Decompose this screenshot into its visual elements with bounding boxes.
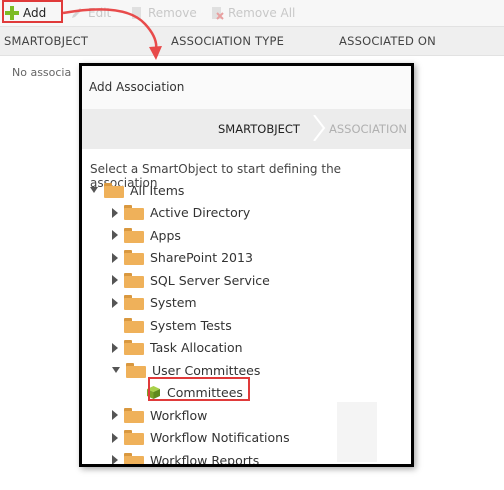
folder-icon: [124, 227, 144, 243]
tree-item-label: Workflow: [150, 407, 208, 423]
tree-item[interactable]: All Items: [90, 180, 184, 200]
collapsed-arrow-icon[interactable]: [112, 432, 118, 443]
collapsed-arrow-icon[interactable]: [112, 230, 118, 240]
tree-item-label: Apps: [150, 227, 181, 243]
folder-icon: [124, 452, 144, 464]
wizard-steps: SMARTOBJECT ASSOCIATION: [82, 109, 411, 149]
tree-item-label: System: [150, 295, 197, 310]
collapsed-arrow-icon[interactable]: [112, 297, 118, 308]
folder-icon: [124, 407, 144, 423]
tree-item[interactable]: Apps: [112, 225, 181, 245]
tree-item-label: Active Directory: [150, 205, 251, 220]
tree-item[interactable]: System Tests: [112, 315, 232, 335]
folder-icon: [124, 205, 144, 220]
wizard-step-association[interactable]: ASSOCIATION: [329, 122, 407, 136]
tree-item[interactable]: System: [112, 293, 197, 313]
folder-icon: [124, 272, 144, 288]
collapsed-arrow-icon[interactable]: [112, 455, 118, 464]
tree-item-label: Workflow Notifications: [150, 430, 290, 445]
tree-item-label: Task Allocation: [150, 340, 243, 355]
expanded-arrow-icon[interactable]: [90, 187, 98, 193]
folder-icon: [124, 340, 144, 355]
add-association-dialog: Add Association SMARTOBJECT ASSOCIATION …: [79, 63, 414, 467]
tree-item-label: User Committees: [152, 362, 261, 378]
tree-item[interactable]: Task Allocation: [112, 338, 243, 358]
folder-icon: [124, 295, 144, 310]
wizard-step-smartobject[interactable]: SMARTOBJECT: [218, 122, 300, 136]
collapsed-arrow-icon[interactable]: [112, 252, 118, 263]
collapsed-arrow-icon[interactable]: [112, 342, 118, 353]
expanded-arrow-icon[interactable]: [112, 367, 120, 373]
tree-item[interactable]: SharePoint 2013: [112, 248, 253, 268]
collapsed-arrow-icon[interactable]: [112, 275, 118, 285]
tree-item[interactable]: SQL Server Service: [112, 270, 270, 290]
folder-icon: [124, 430, 144, 445]
tree-item-label: SharePoint 2013: [150, 250, 253, 265]
collapsed-arrow-icon[interactable]: [112, 207, 118, 218]
tree-item-label: System Tests: [150, 317, 232, 333]
collapsed-arrow-icon[interactable]: [112, 410, 118, 420]
dialog-title-bar: Add Association: [82, 66, 411, 109]
tree-item[interactable]: Workflow Reports: [112, 450, 260, 467]
folder-icon: [124, 317, 144, 333]
folder-icon: [126, 362, 146, 378]
tree-item-label: All Items: [130, 182, 185, 198]
step-chevron-icon: [313, 115, 326, 141]
tree-item[interactable]: Workflow: [112, 405, 207, 425]
committees-highlight-box: [148, 377, 250, 401]
dialog-title: Add Association: [89, 80, 185, 94]
tree-scroll-area: [337, 402, 377, 462]
folder-icon: [104, 182, 124, 198]
tree-item-label: SQL Server Service: [150, 272, 270, 288]
tree-item[interactable]: Workflow Notifications: [112, 428, 290, 448]
folder-icon: [124, 250, 144, 265]
tree-item[interactable]: Active Directory: [112, 203, 250, 223]
tree-item-label: Workflow Reports: [150, 452, 260, 467]
